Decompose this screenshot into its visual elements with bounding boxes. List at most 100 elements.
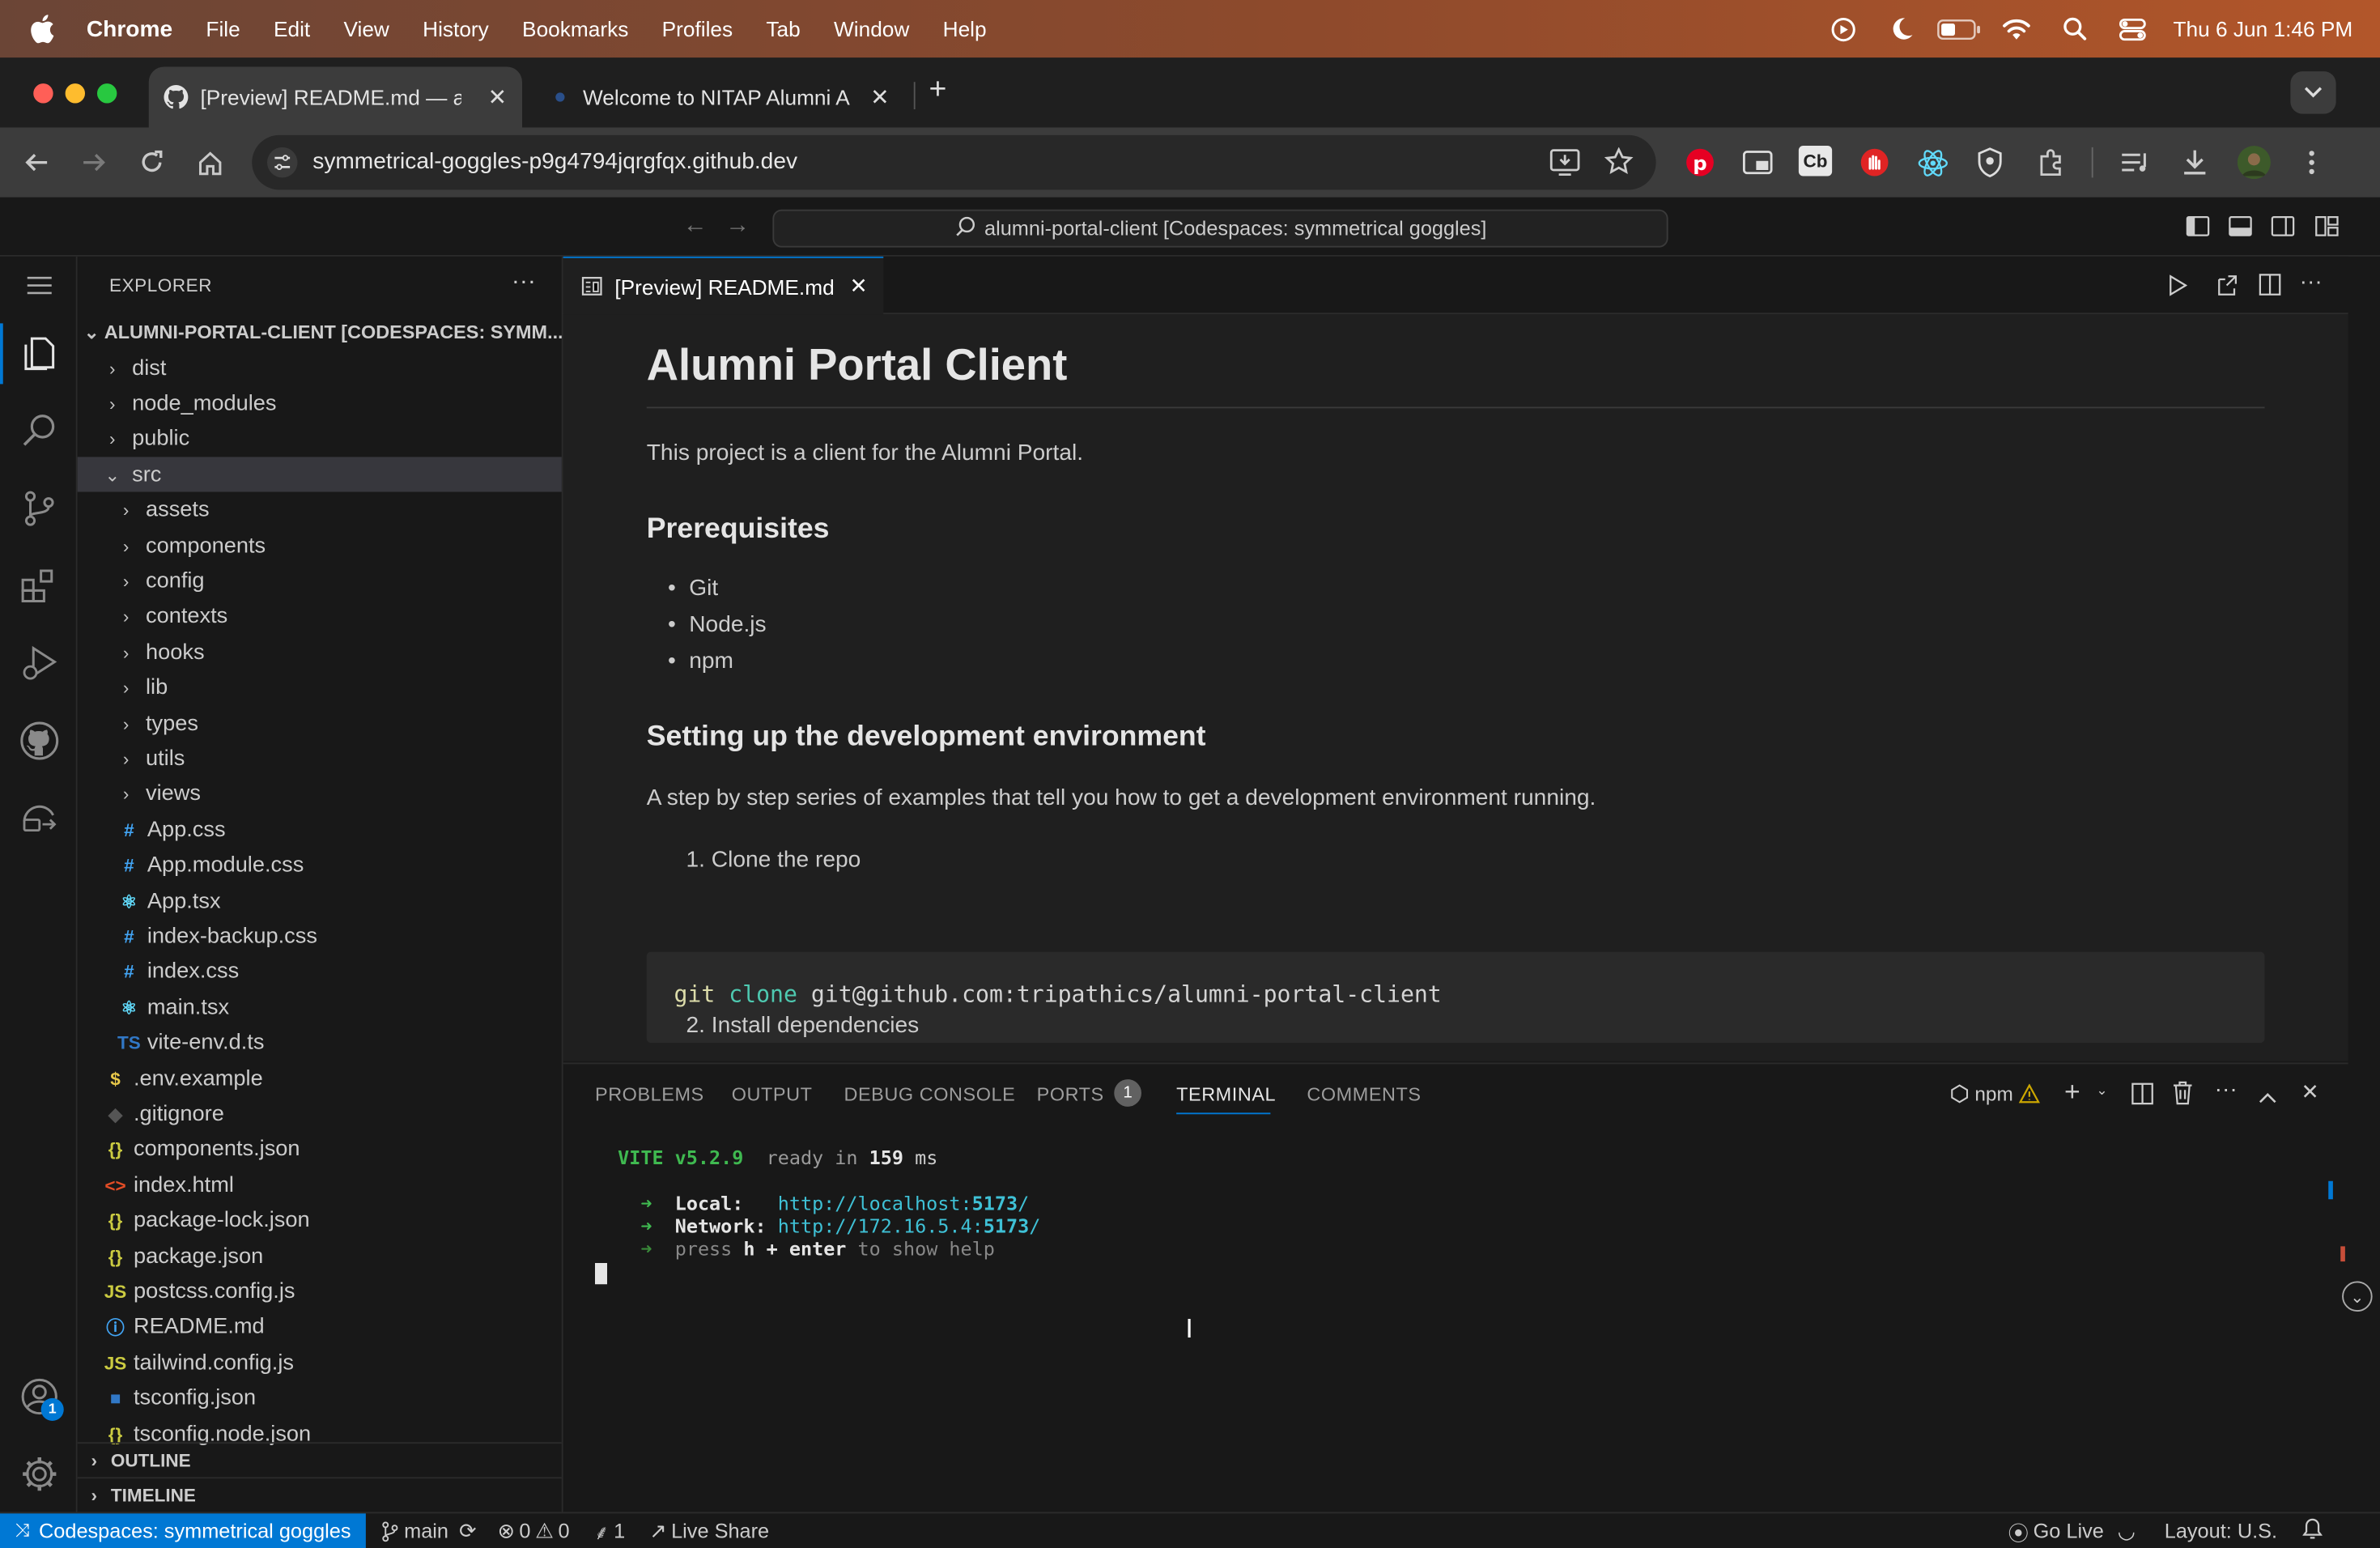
branch-indicator[interactable]: main ⟳	[381, 1519, 476, 1543]
tree-item[interactable]: {} package.json	[78, 1239, 562, 1274]
cb-extension-icon[interactable]: Cb	[1798, 146, 1833, 176]
extensions-puzzle-icon[interactable]	[2034, 146, 2068, 179]
media-control-icon[interactable]	[2119, 146, 2153, 179]
split-editor-icon[interactable]	[2259, 274, 2281, 304]
problems-indicator[interactable]: ⊗ 0 ⚠ 0	[498, 1519, 570, 1543]
tree-item[interactable]: # index-backup.css	[78, 919, 562, 954]
tree-item[interactable]: ⌄ src	[77, 457, 562, 492]
panel-tab-output[interactable]: OUTPUT	[732, 1084, 813, 1105]
menu-profiles[interactable]: Profiles	[662, 17, 733, 41]
menu-view[interactable]: View	[343, 17, 389, 41]
pinterest-extension-icon[interactable]: p	[1683, 146, 1716, 179]
menu-bookmarks[interactable]: Bookmarks	[522, 17, 628, 41]
notifications-bell-icon[interactable]	[2302, 1518, 2323, 1546]
site-settings-icon[interactable]	[267, 147, 298, 178]
menu-edit[interactable]: Edit	[274, 17, 310, 41]
home-icon[interactable]	[193, 146, 226, 179]
go-live-button[interactable]: ⦿ Go Live	[2008, 1516, 2104, 1546]
terminal-instance-npm[interactable]: npm	[1950, 1082, 2041, 1105]
back-arrow-icon[interactable]	[19, 146, 53, 179]
customize-layout-icon[interactable]	[2314, 215, 2339, 245]
github-icon[interactable]	[19, 721, 59, 761]
term-local-url-prefix[interactable]: http://localhost:	[778, 1192, 972, 1214]
remote-indicator[interactable]: ⤨ Codespaces: symmetrical goggles	[0, 1512, 367, 1548]
menu-history[interactable]: History	[423, 17, 489, 41]
menu-help[interactable]: Help	[943, 17, 987, 41]
browser-tab-readme[interactable]: [Preview] README.md — alumni-portal-clie…	[148, 66, 522, 128]
terminal-output[interactable]: VITE v5.2.9 ready in 159 ms ➜ Local: htt…	[618, 1146, 1040, 1261]
window-close-button[interactable]	[33, 83, 53, 104]
keyboard-layout-indicator[interactable]: Layout: U.S.	[2165, 1520, 2277, 1542]
tree-item[interactable]: › lib	[78, 670, 562, 705]
window-zoom-button[interactable]	[97, 83, 117, 104]
reload-icon[interactable]	[135, 146, 168, 179]
remote-explorer-icon[interactable]	[19, 798, 59, 838]
tree-item[interactable]: ◆ .gitignore	[78, 1096, 562, 1131]
tree-item[interactable]: ⓘ README.md	[78, 1310, 562, 1345]
term-local-port[interactable]: 5173	[972, 1192, 1018, 1214]
shield-extension-icon[interactable]	[1974, 146, 2007, 179]
tree-item[interactable]: TS vite-env.d.ts	[78, 1026, 562, 1061]
outline-section[interactable]: › OUTLINE	[77, 1442, 562, 1477]
sync-icon[interactable]: ⟳	[459, 1519, 476, 1543]
editor-tab-close-icon[interactable]: ✕	[849, 274, 867, 300]
editor-more-actions-icon[interactable]: ···	[2300, 269, 2323, 295]
timeline-section[interactable]: › TIMELINE	[77, 1477, 562, 1512]
tree-item[interactable]: › views	[78, 777, 562, 812]
menu-tab[interactable]: Tab	[766, 17, 800, 41]
tab-search-chevron-icon[interactable]	[2290, 71, 2336, 114]
source-control-icon[interactable]	[19, 489, 59, 529]
panel-tab-terminal[interactable]: TERMINAL	[1176, 1084, 1276, 1105]
tree-item[interactable]: › utils	[78, 742, 562, 776]
tree-item[interactable]: › contexts	[78, 599, 562, 634]
tree-item[interactable]: JS tailwind.config.js	[78, 1346, 562, 1380]
tree-item[interactable]: {} components.json	[78, 1132, 562, 1167]
tree-item[interactable]: › public	[78, 422, 562, 457]
menu-file[interactable]: File	[206, 17, 240, 41]
nav-back-arrow-icon[interactable]: ←	[683, 213, 708, 240]
panel-tab-comments[interactable]: COMMENTS	[1307, 1084, 1421, 1105]
term-network-url-prefix[interactable]: http://172.16.5.4:	[778, 1214, 984, 1237]
tree-item[interactable]: › config	[78, 563, 562, 598]
tree-item[interactable]: › hooks	[78, 635, 562, 670]
toggle-panel-icon[interactable]	[2229, 215, 2253, 245]
tree-item[interactable]: $ .env.example	[78, 1061, 562, 1096]
downloads-icon[interactable]	[2178, 146, 2212, 179]
launch-profile-chevron-icon[interactable]: ⌄	[2096, 1082, 2107, 1099]
toggle-secondary-sidebar-icon[interactable]	[2271, 215, 2295, 245]
extensions-icon[interactable]	[19, 566, 59, 606]
menu-window[interactable]: Window	[834, 17, 909, 41]
window-minimize-button[interactable]	[65, 83, 85, 104]
settings-gear-icon[interactable]	[19, 1454, 59, 1494]
tree-item[interactable]: ⚛ main.tsx	[78, 990, 562, 1025]
editor-tab-readme-preview[interactable]: [Preview] README.md ✕	[563, 256, 884, 315]
tree-item[interactable]: › components	[78, 529, 562, 563]
tree-item[interactable]: ■ tsconfig.json	[78, 1380, 562, 1415]
tree-item[interactable]: <> index.html	[78, 1167, 562, 1202]
live-share-button[interactable]: ↗ Live Share	[649, 1519, 769, 1543]
maximize-panel-chevron-up-icon[interactable]	[2259, 1084, 2277, 1112]
tree-item[interactable]: # App.css	[78, 812, 562, 847]
forward-arrow-icon[interactable]	[78, 146, 111, 179]
hand-extension-icon[interactable]	[1858, 146, 1891, 179]
nav-forward-arrow-icon[interactable]: →	[725, 213, 750, 240]
control-center-icon[interactable]	[2103, 18, 2161, 40]
panel-tab-debug-console[interactable]: DEBUG CONSOLE	[844, 1084, 1016, 1105]
menu-app-name[interactable]: Chrome	[87, 16, 172, 42]
chrome-menu-kebab-icon[interactable]	[2295, 146, 2328, 179]
workspace-root[interactable]: ⌄ ALUMNI-PORTAL-CLIENT [CODESPACES: SYMM…	[78, 314, 562, 349]
run-and-debug-icon[interactable]	[19, 644, 59, 683]
address-bar[interactable]: symmetrical-goggles-p9g4794jqrgfqx.githu…	[252, 134, 1656, 190]
react-devtools-extension-icon[interactable]	[1915, 146, 1949, 179]
command-center-search[interactable]: alumni-portal-client [Codespaces: symmet…	[772, 209, 1668, 248]
panel-more-actions-icon[interactable]: ···	[2215, 1076, 2238, 1102]
apple-menu-icon[interactable]	[29, 14, 60, 45]
profile-avatar[interactable]	[2237, 146, 2271, 180]
panel-tab-ports[interactable]: PORTS	[1037, 1084, 1104, 1105]
explorer-more-actions-icon[interactable]: ···	[512, 269, 536, 296]
tree-item[interactable]: › dist	[78, 351, 562, 385]
kill-terminal-trash-icon[interactable]	[2172, 1081, 2193, 1112]
tab-close-icon[interactable]: ✕	[488, 83, 508, 111]
url-text[interactable]: symmetrical-goggles-p9g4794jqrgfqx.githu…	[312, 149, 797, 175]
tree-item[interactable]: › types	[78, 706, 562, 741]
